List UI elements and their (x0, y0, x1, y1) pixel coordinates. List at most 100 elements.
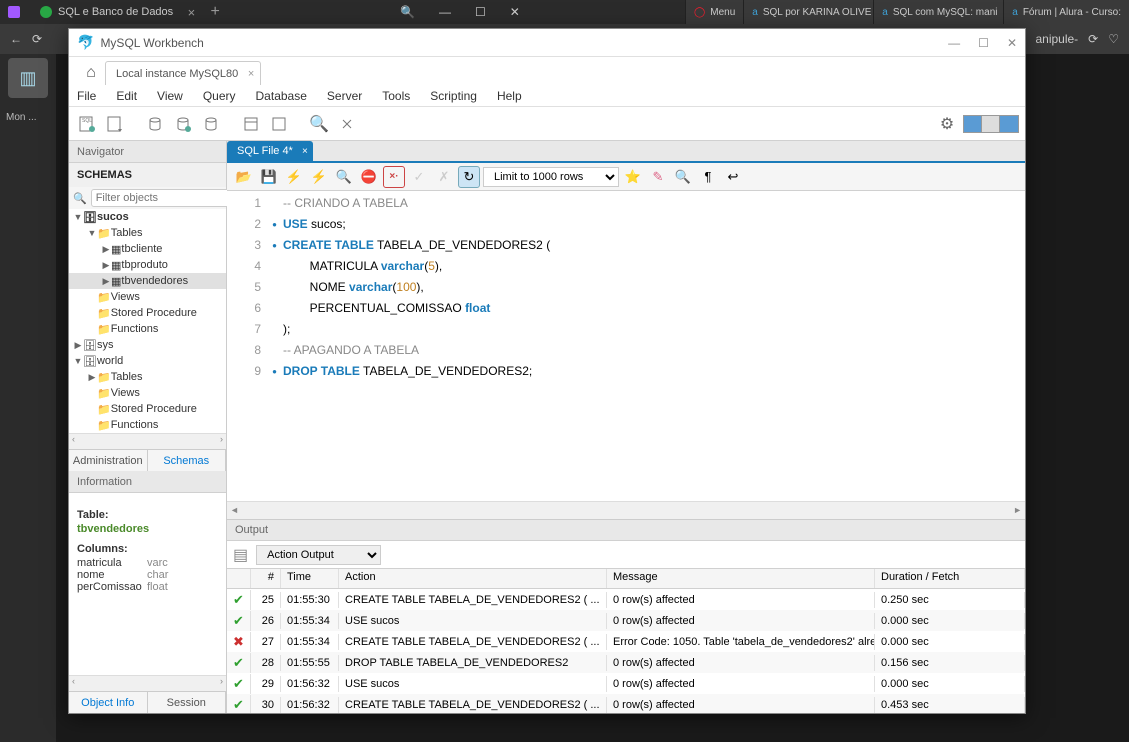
stop-icon-2[interactable]: ×· (383, 166, 405, 188)
status-icon: ✔ (227, 611, 251, 631)
save-file-icon[interactable]: 💾 (258, 166, 280, 188)
output-row[interactable]: ✖2701:55:34CREATE TABLE TABELA_DE_VENDED… (227, 631, 1025, 652)
status-icon: ✔ (227, 674, 251, 694)
menu-edit[interactable]: Edit (116, 89, 137, 103)
menu-scripting[interactable]: Scripting (430, 89, 477, 103)
menu-tools[interactable]: Tools (382, 89, 410, 103)
minimize-icon[interactable]: — (439, 5, 451, 19)
rollback-icon[interactable]: ✗ (433, 166, 455, 188)
opera-tab-2[interactable]: aSQL com MySQL: mani× (873, 0, 1003, 24)
settings-gear-icon[interactable]: ⚙ (935, 112, 959, 136)
output-list-icon[interactable]: ▤ (233, 545, 248, 565)
new-tab-button[interactable]: + (203, 0, 227, 24)
app-icon[interactable]: ▥ (8, 58, 48, 98)
close-tab-icon[interactable]: × (188, 5, 196, 20)
tab-administration[interactable]: Administration (69, 450, 148, 471)
output-header: Output (227, 519, 1025, 541)
menu-server[interactable]: Server (327, 89, 362, 103)
maximize-icon[interactable]: ☐ (475, 5, 486, 19)
search-tb-icon[interactable]: 🔍 (307, 112, 331, 136)
opera-tab-menu[interactable]: ◯Menu (685, 0, 743, 24)
tab-schemas[interactable]: Schemas (148, 450, 227, 471)
opera-tab-1[interactable]: aSQL por KARINA OLIVE× (743, 0, 873, 24)
status-icon: ✔ (227, 590, 251, 610)
open-sql-icon[interactable] (103, 112, 127, 136)
panel-toggle[interactable] (963, 115, 1019, 133)
svg-text:SQL: SQL (82, 118, 92, 124)
brush-icon[interactable]: ✎ (647, 166, 669, 188)
tab-object-info[interactable]: Object Info (69, 692, 148, 713)
reload-icon[interactable]: ⟳ (32, 32, 42, 46)
db-add-icon[interactable] (171, 112, 195, 136)
output-row[interactable]: ✔2601:55:34USE sucos0 row(s) affected0.0… (227, 610, 1025, 631)
browser-tab-active[interactable]: SQL e Banco de Dados × (30, 0, 203, 24)
connection-tabbar: ⌂ Local instance MySQL80 × (69, 57, 1025, 85)
window-titlebar[interactable]: 🐬 MySQL Workbench — ☐ ✕ (69, 29, 1025, 57)
output-row[interactable]: ✔2901:56:32USE sucos0 row(s) affected0.0… (227, 673, 1025, 694)
status-icon: ✔ (227, 653, 251, 673)
folder-icon: 📁 (97, 403, 111, 416)
win-close-icon[interactable]: ✕ (1007, 36, 1017, 50)
code-area[interactable]: -- CRIANDO A TABELA USE sucos; CREATE TA… (265, 191, 1025, 501)
menu-query[interactable]: Query (203, 89, 236, 103)
tree-selected-table[interactable]: ▶▦tbvendedores (69, 273, 226, 289)
output-row[interactable]: ✔3001:56:32CREATE TABLE TABELA_DE_VENDED… (227, 694, 1025, 713)
search-icon[interactable]: 🔍 (400, 5, 415, 19)
win-maximize-icon[interactable]: ☐ (978, 36, 989, 50)
stop-icon[interactable]: ⛔ (358, 166, 380, 188)
menu-view[interactable]: View (157, 89, 183, 103)
menu-database[interactable]: Database (256, 89, 307, 103)
window-title: MySQL Workbench (100, 36, 203, 50)
table-icon[interactable] (239, 112, 263, 136)
reload-icon-2[interactable]: ⟳ (1088, 32, 1098, 46)
information-panel: Table: tbvendedores Columns: matriculava… (69, 493, 226, 675)
table-plus-icon[interactable] (267, 112, 291, 136)
back-icon[interactable]: ← (10, 32, 22, 46)
output-grid[interactable]: # Time Action Message Duration / Fetch ✔… (227, 569, 1025, 713)
sql-file-tab[interactable]: SQL File 4*× (227, 141, 313, 161)
editor-hscroll[interactable] (227, 501, 1025, 519)
close-icon[interactable]: ✕ (510, 5, 520, 19)
output-row[interactable]: ✔2801:55:55DROP TABLE TABELA_DE_VENDEDOR… (227, 652, 1025, 673)
execute-current-icon[interactable]: ⚡ (308, 166, 330, 188)
find-icon[interactable]: 🔍 (672, 166, 694, 188)
wrap-icon[interactable]: ↩ (722, 166, 744, 188)
navigator-tabs: Administration Schemas (69, 449, 226, 471)
status-icon: ✔ (227, 695, 251, 714)
sql-editor[interactable]: 1 2 3 4 5 6 7 8 9 -- CRIANDO A TABELA US… (227, 191, 1025, 501)
new-sql-tab-icon[interactable]: SQL (75, 112, 99, 136)
opera-tab-3[interactable]: aFórum | Alura - Curso: (1003, 0, 1129, 24)
menu-file[interactable]: File (77, 89, 96, 103)
status-icon: ✖ (227, 632, 251, 652)
win-minimize-icon[interactable]: — (948, 36, 960, 50)
output-row[interactable]: ✔2501:55:30CREATE TABLE TABELA_DE_VENDED… (227, 589, 1025, 610)
close-conn-icon[interactable]: × (248, 68, 254, 80)
folder-icon: 📁 (97, 307, 111, 320)
db-refresh-icon[interactable] (199, 112, 223, 136)
bookmark-icon[interactable]: ♡ (1108, 32, 1119, 46)
tab-session[interactable]: Session (148, 692, 227, 713)
home-icon[interactable]: ⌂ (77, 61, 105, 85)
db-connect-icon[interactable] (143, 112, 167, 136)
open-file-icon[interactable]: 📂 (233, 166, 255, 188)
explain-icon[interactable]: 🔍 (333, 166, 355, 188)
menu-help[interactable]: Help (497, 89, 522, 103)
output-type-select[interactable]: Action Output (256, 545, 381, 565)
filter-objects-input[interactable] (91, 189, 243, 207)
toggle-invisible-icon[interactable]: ¶ (697, 166, 719, 188)
folder-icon: 📁 (97, 387, 111, 400)
close-sql-tab-icon[interactable]: × (302, 146, 308, 157)
table-icon: ▦ (111, 275, 121, 288)
autocommit-icon[interactable]: ↻ (458, 166, 480, 188)
connection-tab[interactable]: Local instance MySQL80 × (105, 61, 261, 85)
sql-tabbar: SQL File 4*× (227, 141, 1025, 163)
schema-tree[interactable]: ▼🗄sucos ▼📁Tables ▶▦tbcliente ▶▦tbproduto… (69, 209, 226, 433)
limit-rows-select[interactable]: Limit to 1000 rows (483, 167, 619, 187)
rebuild-icon[interactable] (335, 112, 359, 136)
beautify-icon[interactable]: ⭐ (622, 166, 644, 188)
commit-icon[interactable]: ✓ (408, 166, 430, 188)
figma-tab[interactable] (0, 0, 30, 24)
main-area: SQL File 4*× 📂 💾 ⚡ ⚡ 🔍 ⛔ ×· ✓ ✗ ↻ Limit … (227, 141, 1025, 713)
execute-icon[interactable]: ⚡ (283, 166, 305, 188)
sql-toolbar: 📂 💾 ⚡ ⚡ 🔍 ⛔ ×· ✓ ✗ ↻ Limit to 1000 rows … (227, 163, 1025, 191)
